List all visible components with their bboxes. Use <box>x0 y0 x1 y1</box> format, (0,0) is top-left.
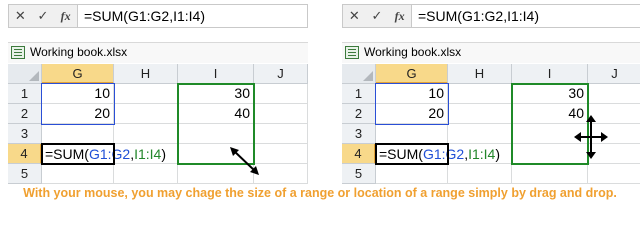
enter-check-icon[interactable]: ✓ <box>369 8 385 24</box>
cell-g3[interactable] <box>42 124 114 144</box>
formula-ref-blue: G1:G2 <box>422 146 465 162</box>
cell-h1[interactable] <box>114 84 178 104</box>
cell-j1[interactable] <box>254 84 308 104</box>
formula-prefix: =SUM( <box>45 146 89 162</box>
cell-i2[interactable]: 40 <box>178 104 254 124</box>
cell-g2[interactable]: 20 <box>42 104 114 124</box>
workbook-title-bar: Working book.xlsx <box>342 42 640 63</box>
formula-ref-green: I1:I4 <box>134 146 162 162</box>
row-header-4[interactable]: 4 <box>342 144 376 164</box>
resize-diagonal-icon <box>230 147 259 175</box>
formula-bar: ✕ ✓ fx =SUM(G1:G2,I1:I4) <box>8 4 308 28</box>
left-spreadsheet-panel: ✕ ✓ fx =SUM(G1:G2,I1:I4) Working book.xl… <box>8 0 308 184</box>
enter-check-icon[interactable]: ✓ <box>35 8 51 24</box>
insert-function-icon[interactable]: fx <box>58 9 74 24</box>
cell-i3[interactable] <box>178 124 254 144</box>
column-header-i[interactable]: I <box>178 64 254 84</box>
row-header-2[interactable]: 2 <box>8 104 42 124</box>
row-header-1[interactable]: 1 <box>342 84 376 104</box>
cell-g5[interactable] <box>42 164 114 184</box>
cell-g4-formula[interactable]: =SUM(G1:G2,I1:I4) <box>376 144 500 164</box>
column-header-g[interactable]: G <box>42 64 114 84</box>
excel-file-icon <box>345 46 359 59</box>
cell-i1[interactable]: 30 <box>512 84 588 104</box>
cell-i5[interactable] <box>512 164 588 184</box>
row-header-1[interactable]: 1 <box>8 84 42 104</box>
cell-h5[interactable] <box>448 164 512 184</box>
cell-h2[interactable] <box>114 104 178 124</box>
cell-g5[interactable] <box>376 164 448 184</box>
cell-j5[interactable] <box>588 164 640 184</box>
column-header-i[interactable]: I <box>512 64 588 84</box>
workbook-title: Working book.xlsx <box>30 45 128 59</box>
formula-ref-green: I1:I4 <box>468 146 496 162</box>
row-header-3[interactable]: 3 <box>8 124 42 144</box>
formula-bar: ✕ ✓ fx =SUM(G1:G2,I1:I4) <box>342 4 640 28</box>
formula-suffix: ) <box>495 146 501 162</box>
column-header-h[interactable]: H <box>114 64 178 84</box>
caption-text: With your mouse, you may chage the size … <box>23 186 617 200</box>
column-header-j[interactable]: J <box>588 64 640 84</box>
row-header-5[interactable]: 5 <box>342 164 376 184</box>
select-all-corner[interactable] <box>342 64 376 84</box>
excel-file-icon <box>11 46 25 59</box>
row-header-2[interactable]: 2 <box>342 104 376 124</box>
formula-bar-buttons: ✕ ✓ fx <box>343 5 412 27</box>
select-all-corner[interactable] <box>8 64 42 84</box>
cell-j3[interactable] <box>254 124 308 144</box>
formula-ref-blue: G1:G2 <box>88 146 131 162</box>
formula-input[interactable]: =SUM(G1:G2,I1:I4) <box>78 5 307 27</box>
cell-j1[interactable] <box>588 84 640 104</box>
cell-h1[interactable] <box>448 84 512 104</box>
row-header-3[interactable]: 3 <box>342 124 376 144</box>
cell-j2[interactable] <box>254 104 308 124</box>
cell-h3[interactable] <box>448 124 512 144</box>
formula-suffix: ) <box>161 146 167 162</box>
formula-prefix: =SUM( <box>379 146 423 162</box>
cancel-icon[interactable]: ✕ <box>12 8 28 24</box>
cell-h2[interactable] <box>448 104 512 124</box>
cell-g4-formula[interactable]: =SUM(G1:G2,I1:I4) <box>42 144 166 164</box>
worksheet-grid: G H I J 1 2 3 4 5 10 30 20 40 =SUM(G1:G2 <box>342 64 640 184</box>
formula-bar-buttons: ✕ ✓ fx <box>9 5 78 27</box>
row-header-4[interactable]: 4 <box>8 144 42 164</box>
workbook-title: Working book.xlsx <box>364 45 462 59</box>
cell-g1[interactable]: 10 <box>376 84 448 104</box>
column-header-h[interactable]: H <box>448 64 512 84</box>
row-header-5[interactable]: 5 <box>8 164 42 184</box>
move-arrows-icon <box>574 115 608 159</box>
worksheet-grid: G H I J 1 2 3 4 5 10 30 20 40 =SUM(G1:G2 <box>8 64 308 184</box>
cell-g1[interactable]: 10 <box>42 84 114 104</box>
right-spreadsheet-panel: ✕ ✓ fx =SUM(G1:G2,I1:I4) Working book.xl… <box>342 0 640 184</box>
formula-input[interactable]: =SUM(G1:G2,I1:I4) <box>412 5 640 27</box>
cell-i1[interactable]: 30 <box>178 84 254 104</box>
insert-function-icon[interactable]: fx <box>392 9 408 24</box>
workbook-title-bar: Working book.xlsx <box>8 42 308 63</box>
cancel-icon[interactable]: ✕ <box>346 8 362 24</box>
column-header-j[interactable]: J <box>254 64 308 84</box>
column-header-g[interactable]: G <box>376 64 448 84</box>
cell-h3[interactable] <box>114 124 178 144</box>
cell-h5[interactable] <box>114 164 178 184</box>
cell-g2[interactable]: 20 <box>376 104 448 124</box>
cell-g3[interactable] <box>376 124 448 144</box>
